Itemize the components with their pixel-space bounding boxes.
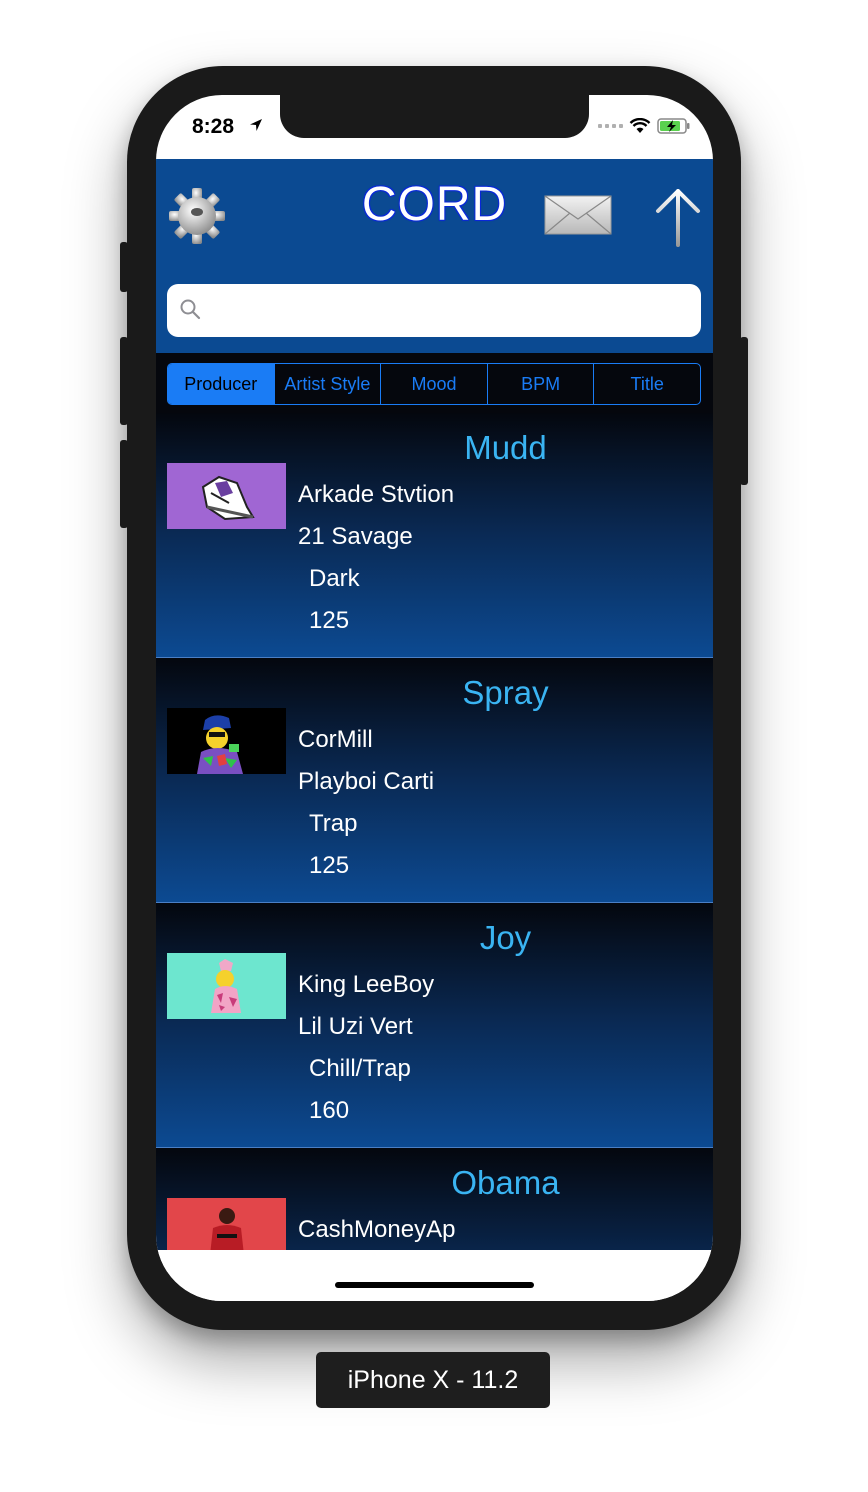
track-producer: King LeeBoy xyxy=(298,971,435,998)
track-artist: Lil Uzi Vert xyxy=(298,1013,413,1040)
signal-icon xyxy=(598,124,623,128)
track-bpm: 125 xyxy=(309,607,350,634)
screen: 8:28 CORD Producer Artist Style Mood BPM… xyxy=(156,95,713,1301)
segment-mood[interactable]: Mood xyxy=(381,364,488,404)
track-artist: 21 Savage xyxy=(298,523,413,550)
filter-segmented-control: Producer Artist Style Mood BPM Title xyxy=(167,363,701,405)
mail-icon[interactable] xyxy=(544,195,612,235)
filter-area: Producer Artist Style Mood BPM Title xyxy=(156,353,713,413)
track-list: Mudd Arkade Stvtion 21 Savage Dark 125 S… xyxy=(156,413,713,1250)
track-row[interactable]: Spray CorMill Playboi Carti Trap 125 xyxy=(156,658,713,903)
home-indicator-area xyxy=(156,1250,713,1301)
search-icon xyxy=(180,299,201,320)
track-title: Mudd xyxy=(464,429,547,466)
volume-up-button xyxy=(120,337,128,425)
notch xyxy=(280,95,589,138)
track-mood: Trap xyxy=(309,810,358,837)
track-title: Joy xyxy=(479,919,532,956)
app-title: CORD xyxy=(361,178,508,231)
track-artwork xyxy=(167,463,286,529)
segment-bpm[interactable]: BPM xyxy=(488,364,595,404)
track-row[interactable]: Mudd Arkade Stvtion 21 Savage Dark 125 xyxy=(156,413,713,658)
track-bpm: 160 xyxy=(309,1097,350,1124)
device-caption: iPhone X - 11.2 xyxy=(316,1352,550,1408)
wifi-icon xyxy=(629,118,651,133)
search-input[interactable] xyxy=(211,292,685,330)
track-producer: CashMoneyAp xyxy=(298,1216,456,1243)
track-title: Spray xyxy=(462,674,549,711)
track-artist: Playboi Carti xyxy=(298,768,435,795)
battery-charging-icon xyxy=(657,118,690,134)
track-bpm: 125 xyxy=(309,852,350,879)
search-area xyxy=(156,270,713,353)
silent-switch xyxy=(120,242,128,292)
power-button xyxy=(740,337,748,485)
track-artwork xyxy=(167,1198,286,1250)
home-indicator[interactable] xyxy=(335,1282,534,1288)
search-bar[interactable] xyxy=(167,284,701,337)
status-time: 8:28 xyxy=(192,115,235,138)
track-row[interactable]: Obama CashMoneyAp xyxy=(156,1148,713,1250)
track-producer: Arkade Stvtion xyxy=(298,481,455,508)
track-title: Obama xyxy=(451,1164,560,1201)
track-artwork xyxy=(167,953,286,1019)
track-artwork xyxy=(167,708,286,774)
status-indicators xyxy=(598,118,691,134)
volume-down-button xyxy=(120,440,128,528)
track-mood: Dark xyxy=(309,565,360,592)
track-mood: Chill/Trap xyxy=(309,1055,411,1082)
location-arrow-icon xyxy=(250,119,262,131)
upload-arrow-icon[interactable] xyxy=(654,189,702,247)
track-producer: CorMill xyxy=(298,726,373,753)
segment-producer[interactable]: Producer xyxy=(168,364,275,404)
segment-title[interactable]: Title xyxy=(594,364,700,404)
segment-artist-style[interactable]: Artist Style xyxy=(275,364,382,404)
track-row[interactable]: Joy King LeeBoy Lil Uzi Vert Chill/Trap … xyxy=(156,903,713,1148)
navigation-bar: CORD xyxy=(156,159,713,270)
